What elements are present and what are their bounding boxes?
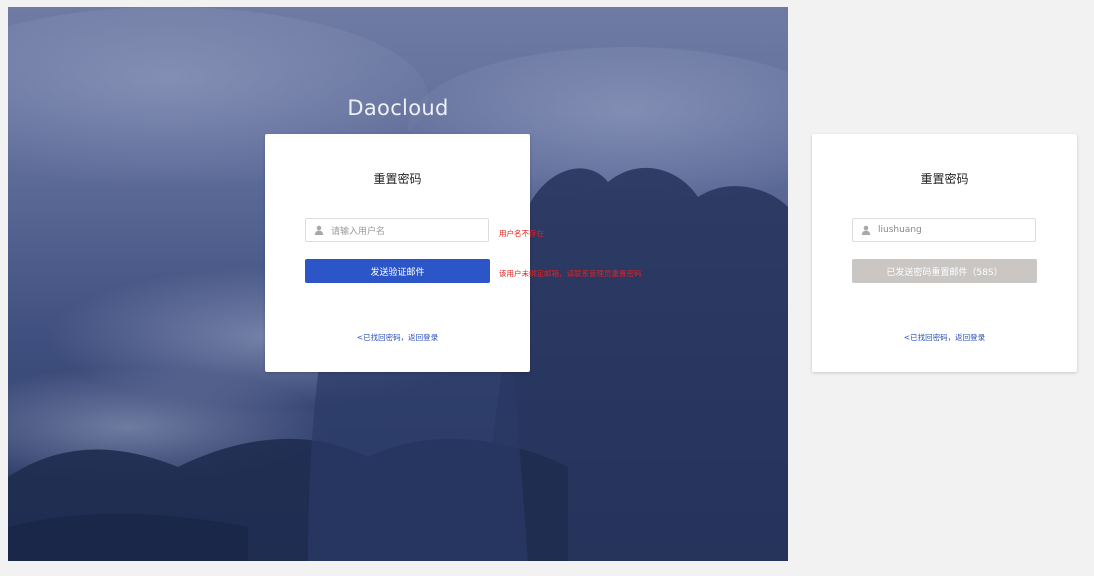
username-placeholder: 请输入用户名 — [331, 226, 386, 237]
username-input[interactable]: liushuang — [852, 218, 1036, 242]
email-error-message: 该用户未绑定邮箱，请联系管理员重置密码 — [499, 269, 642, 278]
username-input[interactable]: 请输入用户名 — [305, 218, 489, 242]
send-verification-email-button[interactable]: 发送验证邮件 — [305, 259, 490, 283]
back-to-login-link[interactable]: <已找回密码，返回登录 — [265, 332, 530, 343]
username-value: liushuang — [878, 225, 922, 235]
card-title: 重置密码 — [920, 172, 969, 186]
email-sent-countdown-button[interactable]: 已发送密码重置邮件（58S） — [852, 259, 1037, 283]
card-title: 重置密码 — [373, 172, 422, 186]
user-icon — [861, 225, 871, 235]
brand-title: Daocloud — [347, 96, 449, 120]
back-to-login-link[interactable]: <已找回密码，返回登录 — [812, 332, 1077, 343]
user-icon — [314, 225, 324, 235]
username-error-message: 用户名不存在 — [499, 229, 544, 238]
reset-password-card-sent: 重置密码 liushuang 已发送密码重置邮件（58S） <已找回密码，返回登… — [812, 134, 1077, 372]
reset-password-card: 重置密码 请输入用户名 发送验证邮件 <已找回密码，返回登录 — [265, 134, 530, 372]
